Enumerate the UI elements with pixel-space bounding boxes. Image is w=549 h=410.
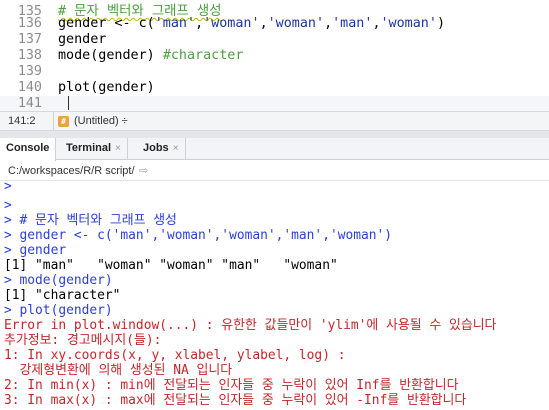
editor-line-141[interactable]: 141 [0, 96, 549, 112]
go-to-directory-icon[interactable]: ⇨ [139, 164, 148, 177]
line-code[interactable]: plot(gender) [58, 80, 155, 96]
tab-terminal[interactable]: Terminal × [60, 138, 128, 160]
string-token: 'man' [332, 16, 373, 31]
code-token: gender <- c( [58, 16, 155, 31]
code-token: ) [436, 16, 445, 31]
console-line: > gender [4, 243, 67, 258]
string-token: 'man' [154, 16, 196, 31]
pane-splitter[interactable] [0, 131, 549, 138]
editor-line-138[interactable]: 138 mode(gender) #character [0, 48, 549, 64]
line-code[interactable]: gender <- c('man','woman','woman','man',… [58, 16, 445, 32]
tab-jobs[interactable]: Jobs × [137, 138, 186, 160]
code-token: , [195, 16, 204, 31]
console-error-line: 3: In max(x) : max에 전달되는 인자들 중 누락이 있어 -I… [4, 393, 467, 408]
tab-console[interactable]: Console [0, 138, 57, 161]
code-token: mode(gender) [58, 48, 163, 63]
console-line: > gender <- c('man','woman','woman','man… [4, 228, 393, 243]
tab-label: Console [6, 142, 50, 154]
editor-line-139[interactable]: 139 [0, 64, 549, 80]
comment-text: #character [162, 48, 244, 63]
editor-statusbar: 141:2 # (Untitled) ÷ [0, 111, 549, 131]
close-icon[interactable]: × [173, 143, 179, 154]
code-token: , [324, 16, 333, 31]
console-error-line: 1: In xy.coords(x, y, xlabel, ylabel, lo… [4, 348, 346, 363]
console-line: [1] "man" "woman" "woman" "man" "woman" [4, 258, 338, 273]
divider [53, 112, 54, 130]
line-number: 140 [17, 80, 42, 95]
console-error-line: 2: In min(x) : min에 전달되는 인자들 중 누락이 있어 In… [4, 378, 459, 393]
console-error-line: Error in plot.window(...) : 유한한 값들만이 'yl… [4, 318, 497, 333]
console-line: > [4, 198, 12, 213]
line-number: 141 [17, 96, 42, 111]
hash-icon: # [58, 116, 69, 127]
working-directory-path: C:/workspaces/R/R script/ [8, 165, 135, 177]
tab-label: Jobs [143, 142, 169, 154]
line-code[interactable]: mode(gender) #character [58, 48, 243, 64]
line-number: 136 [17, 16, 42, 31]
console-output[interactable]: > > > # 문자 벡터와 그래프 생성 > gender <- c('man… [0, 179, 549, 410]
console-line: > [4, 179, 12, 194]
line-number: 138 [17, 48, 42, 63]
console-error-line: 추가정보: 경고메시지(들): [4, 333, 162, 348]
console-tabbar: Console Terminal × Jobs × [0, 138, 549, 161]
string-token: 'woman' [380, 16, 437, 31]
scope-selector[interactable]: (Untitled) ÷ [74, 115, 128, 127]
text-cursor [68, 96, 69, 110]
console-error-line: 강제형변환에 의해 생성된 NA 입니다 [4, 363, 233, 378]
console-line: > plot(gender) [4, 303, 113, 318]
console-line: > mode(gender) [4, 273, 113, 288]
close-icon[interactable]: × [115, 143, 121, 154]
code-token: , [372, 16, 381, 31]
code-token: gender [58, 32, 107, 47]
string-token: 'woman' [203, 16, 260, 31]
string-token: 'woman' [267, 16, 325, 31]
line-number: 139 [17, 64, 42, 79]
working-directory-bar: C:/workspaces/R/R script/ ⇨ [0, 161, 549, 181]
cursor-position: 141:2 [8, 115, 36, 127]
tab-label: Terminal [66, 142, 112, 154]
code-token: plot(gender) [58, 80, 155, 95]
console-line: [1] "character" [4, 288, 121, 303]
line-code[interactable]: gender [58, 32, 106, 48]
editor-line-140[interactable]: 140 plot(gender) [0, 80, 549, 96]
editor-line-136[interactable]: 136 gender <- c('man','woman','woman','m… [0, 16, 549, 32]
editor-line-137[interactable]: 137 gender [0, 32, 549, 48]
code-token: , [259, 16, 268, 31]
line-number: 137 [17, 32, 42, 47]
console-line: > # 문자 벡터와 그래프 생성 [4, 213, 177, 228]
code-editor[interactable]: 135 # 문자 벡터와 그래프 생성 136 gender <- c('man… [0, 0, 549, 112]
